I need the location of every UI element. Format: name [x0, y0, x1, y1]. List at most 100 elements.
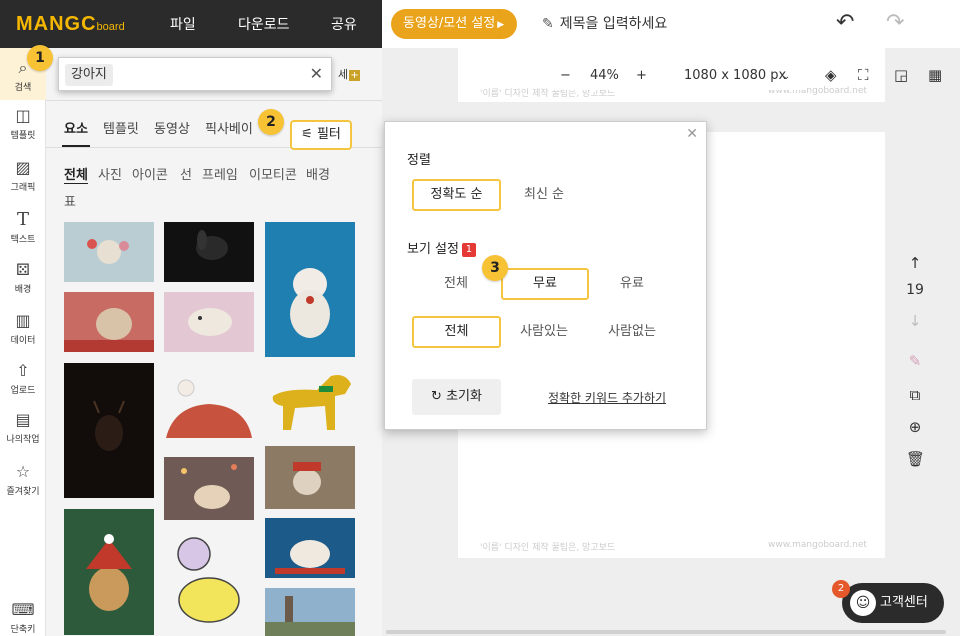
menu-share[interactable]: 공유	[331, 14, 357, 34]
page-footer-left: '이름' 디자인 제작 꿀팁은, 망고보드	[480, 543, 616, 553]
rail-label: 텍스트	[10, 235, 36, 245]
add-keyword-link[interactable]: 정확한 키워드 추가하기	[548, 389, 666, 406]
chart-icon: ▥	[15, 311, 31, 330]
rail-label: 즐겨찾기	[6, 487, 40, 497]
grid-icon[interactable]: ▦	[928, 66, 942, 84]
rail-item-favorites[interactable]: ☆ 즐겨찾기	[0, 462, 46, 497]
tab-elements[interactable]: 요소	[64, 118, 88, 137]
thumbnail-dog-shihtzu[interactable]	[265, 518, 355, 578]
title-input[interactable]: ✎ 제목을 입력하세요	[542, 13, 667, 33]
thumbnail-yellow-dog-icon[interactable]	[265, 366, 355, 436]
arrow-up-icon[interactable]: ↑	[906, 254, 924, 272]
thumbnail-dog-bokeh[interactable]	[164, 457, 254, 520]
trash-icon[interactable]: 🗑	[906, 450, 925, 468]
thumbnail-dog-christmas[interactable]	[64, 292, 154, 352]
price-free-option[interactable]: 무료	[501, 268, 589, 300]
layers-icon[interactable]: ◈	[825, 66, 837, 84]
thumbnail-dog-pink[interactable]	[164, 292, 254, 352]
category-line[interactable]: 선	[180, 164, 192, 183]
magic-wand-icon[interactable]: ✎	[906, 352, 924, 370]
rail-label: 그래픽	[10, 183, 36, 193]
thumbnail-dog-dark-antlers[interactable]	[64, 363, 154, 498]
tab-videos[interactable]: 동영상	[154, 118, 190, 137]
tab-underline	[62, 145, 90, 147]
menu-download[interactable]: 다운로드	[238, 14, 290, 34]
rail-item-text[interactable]: T 텍스트	[0, 209, 46, 246]
rail-label: 나의작업	[6, 435, 40, 445]
price-paid-option[interactable]: 유료	[597, 268, 667, 300]
horizontal-scrollbar[interactable]	[386, 630, 946, 634]
graphic-icon: ▨	[15, 158, 31, 177]
rail-item-upload[interactable]: ⇧ 업로드	[0, 361, 46, 396]
video-motion-settings-button[interactable]: 동영상/모션 설정 ▶	[391, 9, 517, 39]
crop-icon[interactable]: ⛶	[858, 66, 869, 84]
undo-icon[interactable]: ↶	[836, 10, 854, 35]
plus-icon: +	[349, 69, 361, 81]
category-icon[interactable]: 아이콘	[132, 164, 168, 183]
sort-accuracy-option[interactable]: 정확도 순	[412, 179, 501, 211]
thumbnail-dog-blue[interactable]	[265, 222, 355, 357]
detail-search-toggle[interactable]: 세 +	[338, 66, 361, 82]
title-placeholder: 제목을 입력하세요	[559, 16, 668, 32]
duplicate-icon[interactable]: ⧉	[906, 386, 924, 404]
tab-pixabay[interactable]: 픽사베이	[205, 118, 253, 137]
thumbnail-bread-illustration[interactable]	[164, 376, 254, 446]
add-page-icon[interactable]: ⊕	[906, 418, 924, 436]
filter-popover: ✕ 정렬 정확도 순 최신 순 보기 설정 1 전체 무료 유료 전체 사람있는 …	[384, 121, 707, 430]
tab-templates[interactable]: 템플릿	[103, 118, 139, 137]
filter-icon: ⚟	[301, 127, 313, 142]
resize-icon[interactable]: ◲	[894, 66, 908, 84]
menu-file[interactable]: 파일	[170, 14, 196, 34]
category-photo[interactable]: 사진	[98, 164, 122, 183]
people-without-option[interactable]: 사람없는	[597, 316, 667, 348]
rail-item-background[interactable]: ⚄ 배경	[0, 260, 46, 295]
refresh-icon: ↻	[431, 389, 442, 404]
price-all-option[interactable]: 전체	[421, 268, 491, 300]
category-background[interactable]: 배경	[306, 164, 330, 183]
chevron-down-icon[interactable]: ⌄	[782, 71, 790, 82]
rail-item-template[interactable]: ◫ 템플릿	[0, 106, 46, 141]
play-arrow-icon: ▶	[497, 20, 505, 30]
help-center-button[interactable]: ☺ 고객센터	[842, 583, 944, 623]
step-marker-3: 3	[482, 255, 508, 281]
redo-icon[interactable]: ↷	[886, 10, 904, 35]
close-icon[interactable]: ✕	[686, 126, 698, 142]
thumbnail-dog-dark[interactable]	[164, 222, 254, 282]
close-icon[interactable]: ✕	[310, 64, 323, 84]
search-input[interactable]: 강아지 ✕	[58, 57, 332, 91]
thumbnail-poodle-illustration[interactable]	[164, 530, 254, 630]
reset-button[interactable]: ↻ 초기화	[412, 379, 501, 415]
rail-item-shortcuts[interactable]: ⌨ 단축키	[0, 600, 46, 635]
filter-label: 필터	[316, 127, 341, 142]
arrow-down-icon[interactable]: ↓	[906, 312, 924, 330]
logo[interactable]: MANGCboard	[16, 13, 125, 36]
zoom-level[interactable]: 44%	[590, 68, 619, 83]
thumbnail-dog-toys[interactable]	[64, 222, 154, 282]
text-icon: T	[16, 209, 29, 230]
video-button-label: 동영상/모션 설정	[403, 16, 496, 31]
category-emoticon[interactable]: 이모티콘	[249, 164, 297, 183]
pencil-icon: ✎	[542, 16, 554, 32]
canvas-size[interactable]: 1080 x 1080 px	[684, 68, 786, 83]
zoom-out-button[interactable]: −	[560, 68, 571, 83]
template-icon: ◫	[15, 106, 31, 125]
rail-label: 배경	[14, 285, 32, 295]
rail-item-my-work[interactable]: ▤ 나의작업	[0, 410, 46, 445]
category-frame[interactable]: 프레임	[202, 164, 238, 183]
help-label: 고객센터	[880, 595, 928, 610]
people-all-option[interactable]: 전체	[412, 316, 501, 348]
sort-latest-option[interactable]: 최신 순	[509, 179, 579, 211]
thumbnail-dog-reindeer-hat[interactable]	[265, 446, 355, 509]
filter-button[interactable]: ⚟ 필터	[290, 120, 352, 150]
rail-item-graphic[interactable]: ▨ 그래픽	[0, 158, 46, 193]
thumbnail-dog-landscape[interactable]	[265, 588, 355, 636]
step-marker-2: 2	[258, 109, 284, 135]
thumbnail-dog-elf-hat[interactable]	[64, 509, 154, 635]
zoom-in-button[interactable]: +	[636, 68, 647, 83]
zoom-bar: − 44% + 1080 x 1080 px ⌄	[548, 62, 806, 90]
category-all[interactable]: 전체	[64, 164, 88, 184]
category-table[interactable]: 표	[64, 191, 76, 210]
rail-item-data[interactable]: ▥ 데이터	[0, 311, 46, 346]
search-query-chip[interactable]: 강아지	[65, 64, 113, 86]
people-with-option[interactable]: 사람있는	[509, 316, 579, 348]
